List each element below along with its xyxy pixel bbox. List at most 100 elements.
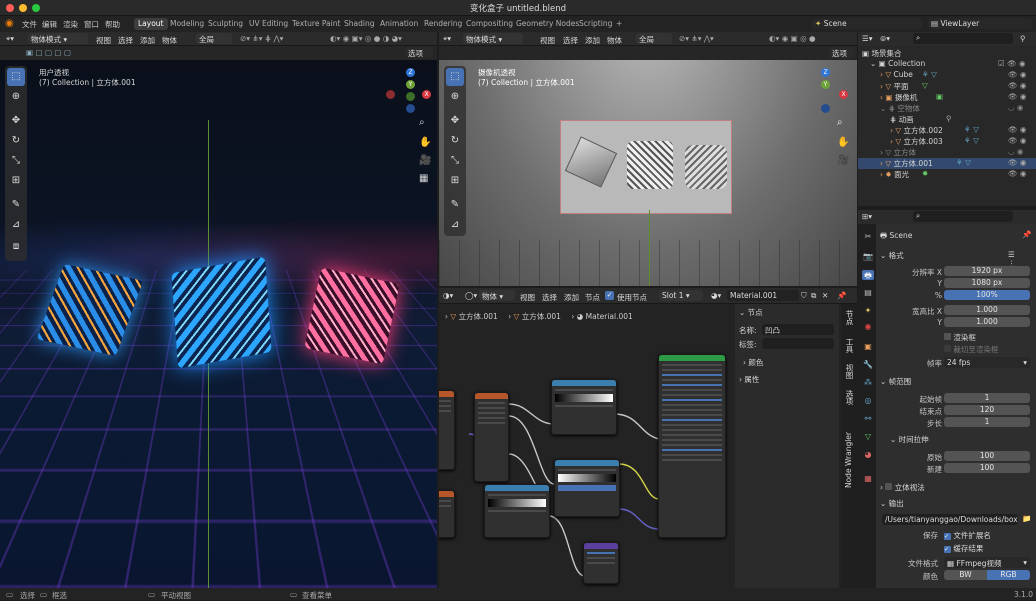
gizmo-y[interactable]: Y (406, 80, 415, 89)
right-camera-viewport[interactable]: ⬚ ⊕ ✥ ↻ ⤡ ⊞ ✎ ⊿ 摄像机透视 (7) Collection | 立… (439, 60, 857, 286)
outliner-type-icon[interactable]: ☰▾ (862, 34, 873, 43)
color-bw-button[interactable]: BW (944, 570, 987, 580)
properties-type-icon[interactable]: ⊞▾ (862, 212, 872, 221)
outliner-row-camera[interactable]: › ▣ 摄像机 ▣ 👁 ◉ (858, 92, 1036, 103)
scale-tool-icon[interactable]: ⤡ (7, 152, 25, 170)
camera-view-icon[interactable]: 🎥 (419, 155, 431, 166)
color-rgb-button[interactable]: RGB (987, 570, 1030, 580)
outliner-row-cube[interactable]: › ▽ Cube ⚘ ▽ 👁 ◉ (858, 70, 1036, 81)
tab-shading[interactable]: Shading (340, 18, 378, 30)
material-tab-icon[interactable]: ◕ (862, 450, 874, 460)
right-menu-add[interactable]: 添加 (585, 35, 600, 46)
right-transform-tool-icon[interactable]: ⊞ (446, 172, 464, 190)
properties-pin-icon[interactable]: 📌 (1022, 230, 1031, 239)
left-overlay-icons[interactable]: ◐▾ ◉ ▣▾ ◎ ● ◑ ◕▾ (330, 34, 402, 43)
left-mode-selector[interactable]: 物体模式 ▾ (28, 33, 88, 44)
right-overlay-icons[interactable]: ◐▾ ◉ ▣ ◎ ● (769, 34, 816, 43)
gizmo-neg-z[interactable] (406, 104, 415, 113)
tab-compositing[interactable]: Compositing (462, 18, 517, 30)
outliner-filter-icon[interactable]: ⊜▾ (880, 34, 890, 43)
outliner-row-area-light[interactable]: › ✸ 面光 ✸ 👁 ◉ (858, 169, 1036, 180)
duplicate-material-icon[interactable]: ⧉ (811, 291, 816, 301)
right-options-dropdown[interactable]: 选项 (829, 47, 855, 58)
node-noise[interactable] (439, 490, 455, 538)
zoom-icon[interactable]: ⌕ (419, 117, 425, 128)
select-box-tool-icon[interactable]: ⬚ (7, 68, 25, 86)
aspect-x-field[interactable]: 1.000 (944, 305, 1030, 315)
node-bump[interactable] (583, 542, 619, 584)
tab-uv-editing[interactable]: UV Editing (245, 18, 292, 30)
right-transform-orientation[interactable]: 全局 (636, 33, 672, 44)
navigation-gizmo[interactable]: Z Y X (383, 66, 435, 118)
outliner-row-cube-003[interactable]: › ▽ 立方体.003 ⚘ ▽ 👁 ◉ (858, 136, 1036, 147)
outliner-scene-collection[interactable]: ▣ 场景集合 (858, 48, 1036, 59)
left-options-dropdown[interactable]: 选项 (405, 47, 433, 58)
sidebar-tab-node[interactable]: 节点 (844, 310, 855, 325)
output-panel-header[interactable]: ⌄ 输出 (880, 498, 904, 509)
right-menu-view[interactable]: 视图 (540, 35, 555, 46)
node-colorramp-2[interactable] (554, 459, 620, 517)
right-gizmo-z[interactable]: Z (821, 68, 830, 77)
left-transform-orientation[interactable]: 全局 (196, 33, 232, 44)
sidebar-tab-tool[interactable]: 工具 (844, 338, 855, 353)
outliner-row-plane[interactable]: › ▽ 平面 ▽ 👁 ◉ (858, 81, 1036, 92)
rotate-tool-icon[interactable]: ↻ (7, 132, 25, 150)
tab-rendering[interactable]: Rendering (420, 18, 466, 30)
move-tool-icon[interactable]: ✥ (7, 112, 25, 130)
menu-edit[interactable]: 编辑 (42, 19, 57, 30)
node-color-row[interactable]: › 颜色 (743, 357, 763, 368)
render-region-checkbox[interactable]: 渲染框 (944, 332, 976, 343)
menu-help[interactable]: 帮助 (105, 19, 120, 30)
tab-geometry-nodes[interactable]: Geometry Nodes (512, 18, 583, 30)
crop-checkbox[interactable]: 裁切至渲染框 (944, 344, 998, 355)
outliner-funnel-icon[interactable]: ⚲ (1020, 34, 1026, 43)
right-cursor-tool-icon[interactable]: ⊕ (446, 88, 464, 106)
menu-file[interactable]: 文件 (22, 19, 37, 30)
right-scale-tool-icon[interactable]: ⤡ (446, 152, 464, 170)
ortho-grid-icon[interactable]: ▦ (419, 173, 428, 184)
material-browse-icon[interactable]: ◕▾ (711, 291, 721, 300)
node-principled-bsdf[interactable] (658, 354, 726, 538)
right-camera-view-icon[interactable]: 🎥 (837, 155, 849, 166)
node-menu-select[interactable]: 选择 (542, 292, 557, 303)
left-menu-add[interactable]: 添加 (140, 35, 155, 46)
right-rotate-tool-icon[interactable]: ↻ (446, 132, 464, 150)
node-colorramp-1[interactable] (551, 379, 617, 435)
frame-range-header[interactable]: ⌄ 帧范围 (880, 376, 911, 387)
node-name-field[interactable]: 凹凸 (762, 324, 834, 335)
transform-tool-icon[interactable]: ⊞ (7, 172, 25, 190)
modifier-tab-icon[interactable]: 🔧 (862, 360, 874, 370)
world-tab-icon[interactable]: ◉ (862, 322, 874, 332)
tab-animation[interactable]: Animation (376, 18, 422, 30)
outliner-row-cube-base[interactable]: › ▽ 立方体 ◡ ◉ (858, 147, 1036, 158)
outliner-row-collection[interactable]: ⌄ ▣ Collection ☑ 👁 ◉ (858, 59, 1036, 70)
fps-dropdown[interactable]: 24 fps ▾ (944, 357, 1030, 368)
material-name-field[interactable]: Material.001 (727, 290, 799, 301)
annotate-tool-icon[interactable]: ✎ (7, 196, 25, 214)
cube-pink[interactable] (304, 267, 400, 365)
cube-cyan[interactable] (171, 256, 272, 369)
properties-search[interactable]: ⌕ (913, 211, 1013, 222)
node-section-header[interactable]: ⌄ 节点 (739, 307, 763, 318)
res-x-field[interactable]: 1920 px (944, 266, 1030, 276)
right-gizmo-y[interactable]: Y (821, 80, 830, 89)
tab-modeling[interactable]: Modeling (166, 18, 208, 30)
left-menu-view[interactable]: 视图 (96, 35, 111, 46)
gizmo-x[interactable]: X (422, 90, 431, 99)
outliner-row-cube-001[interactable]: › ▽ 立方体.001 ⚘ ▽ 👁 ◉ (858, 158, 1036, 169)
right-select-box-tool-icon[interactable]: ⬚ (446, 68, 464, 86)
right-menu-select[interactable]: 选择 (563, 35, 578, 46)
right-navigation-gizmo[interactable]: Z Y X (801, 66, 853, 118)
menu-window[interactable]: 窗口 (84, 19, 99, 30)
object-tab-icon[interactable]: ▣ (862, 342, 874, 352)
gizmo-neg-x[interactable] (386, 90, 395, 99)
file-format-dropdown[interactable]: ▦ FFmpeg视频 ▾ (944, 557, 1030, 568)
right-snap-icons[interactable]: ⊘▾ ⋔▾ ⋀▾ (679, 34, 714, 43)
sidebar-tab-view[interactable]: 视图 (844, 364, 855, 379)
outliner-row-empty[interactable]: ⌄ ⋕ 空物体 ◡ ◉ (858, 103, 1036, 114)
data-tab-icon[interactable]: ▽ (862, 432, 874, 442)
measure-tool-icon[interactable]: ⊿ (7, 216, 25, 234)
shader-type-icon[interactable]: ◯▾ (465, 291, 477, 300)
outliner-row-animation[interactable]: ⋕ 动画 ⚲ (858, 114, 1036, 125)
output-tab-icon[interactable]: 🖶 (862, 270, 874, 280)
